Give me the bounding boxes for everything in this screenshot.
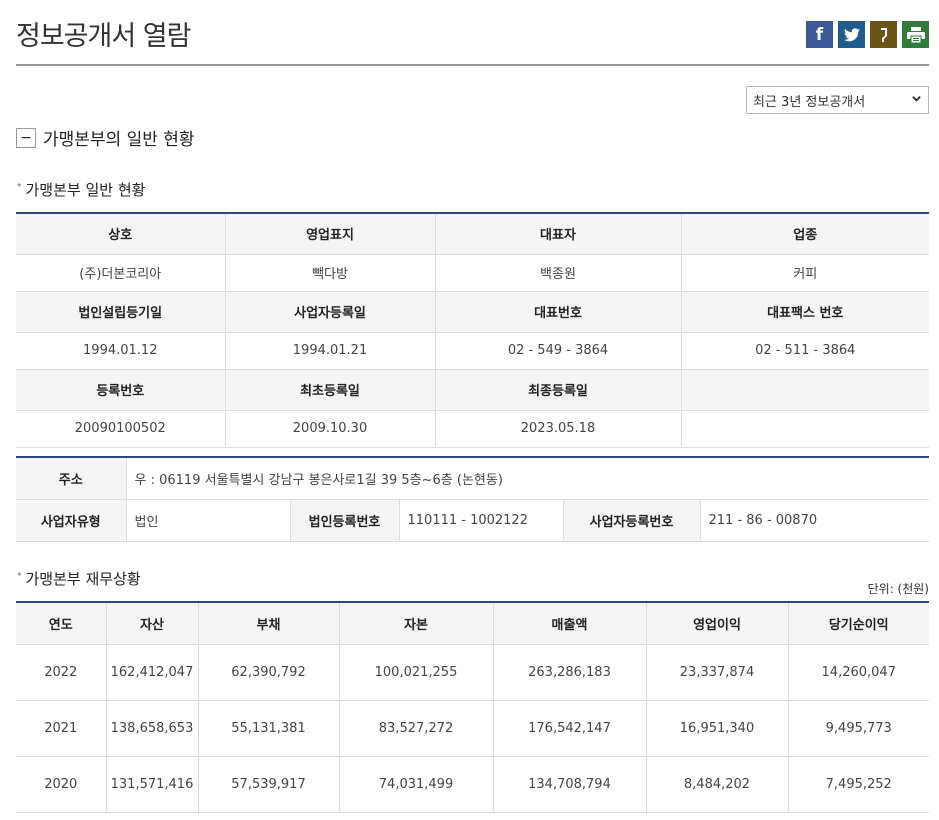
net-income: 14,260,047 bbox=[788, 644, 929, 701]
net-income: 7,495,252 bbox=[788, 756, 929, 813]
company-name: (주)더본코리아 bbox=[16, 254, 226, 292]
assets: 138,658,653 bbox=[106, 700, 199, 757]
revenue: 263,286,183 bbox=[493, 644, 647, 701]
table-row: 2020 131,571,416 57,539,917 74,031,499 1… bbox=[16, 756, 929, 813]
year: 2020 bbox=[16, 756, 107, 813]
phone-number: 02 - 549 - 3864 bbox=[435, 332, 682, 370]
business-type-value: 법인 bbox=[126, 499, 291, 542]
business-registration-date: 1994.01.21 bbox=[225, 332, 436, 370]
facebook-icon[interactable]: f bbox=[806, 21, 833, 48]
chevron-down-icon bbox=[911, 93, 922, 107]
page-title: 정보공개서 열람 bbox=[16, 21, 191, 52]
kakaostory-icon[interactable] bbox=[870, 21, 897, 48]
empty-cell bbox=[681, 410, 929, 448]
ceo-name: 백종원 bbox=[435, 254, 682, 292]
equity: 83,527,272 bbox=[339, 700, 494, 757]
fax-number: 02 - 511 - 3864 bbox=[681, 332, 929, 370]
registration-number: 20090100502 bbox=[16, 410, 226, 448]
page-header: 정보공개서 열람 f bbox=[16, 0, 929, 66]
header-operating-profit: 영업이익 bbox=[646, 602, 789, 645]
header-ceo: 대표자 bbox=[435, 213, 682, 255]
header-registration-number: 등록번호 bbox=[16, 369, 226, 411]
first-registration-date: 2009.10.30 bbox=[225, 410, 436, 448]
business-number-label: 사업자등록번호 bbox=[563, 499, 701, 542]
section-header: − 가맹본부의 일반 현황 bbox=[16, 125, 195, 150]
header-assets: 자산 bbox=[106, 602, 199, 645]
liabilities: 62,390,792 bbox=[198, 644, 340, 701]
header-last-registration-date: 최종등록일 bbox=[435, 369, 682, 411]
corp-registration-label: 법인등록번호 bbox=[290, 499, 400, 542]
bullet-icon: • bbox=[16, 179, 23, 192]
header-company-name: 상호 bbox=[16, 213, 226, 255]
operating-profit: 23,337,874 bbox=[646, 644, 789, 701]
table-row: 2021 138,658,653 55,131,381 83,527,272 1… bbox=[16, 700, 929, 757]
revenue: 134,708,794 bbox=[493, 756, 647, 813]
header-year: 연도 bbox=[16, 602, 107, 645]
header-industry: 업종 bbox=[681, 213, 929, 255]
header-net-income: 당기순이익 bbox=[788, 602, 929, 645]
header-revenue: 매출액 bbox=[493, 602, 647, 645]
business-number-value: 211 - 86 - 00870 bbox=[700, 499, 930, 542]
header-fax: 대표팩스 번호 bbox=[681, 291, 929, 333]
general-status-title: • 가맹본부 일반 현황 bbox=[16, 179, 145, 200]
assets: 131,571,416 bbox=[106, 756, 199, 813]
header-liabilities: 부채 bbox=[198, 602, 340, 645]
twitter-icon[interactable] bbox=[838, 21, 865, 48]
general-status-table: 상호 영업표지 대표자 업종 (주)더본코리아 빽다방 백종원 커피 법인설립등… bbox=[16, 212, 929, 448]
table-row: 2022 162,412,047 62,390,792 100,021,255 … bbox=[16, 644, 929, 701]
finance-title: • 가맹본부 재무상황 bbox=[16, 568, 141, 589]
general-status-title-text: 가맹본부 일반 현황 bbox=[25, 181, 146, 199]
share-buttons: f bbox=[806, 21, 929, 48]
year: 2021 bbox=[16, 700, 107, 757]
finance-title-text: 가맹본부 재무상황 bbox=[25, 570, 141, 588]
business-type-label: 사업자유형 bbox=[16, 499, 127, 542]
equity: 74,031,499 bbox=[339, 756, 494, 813]
revenue: 176,542,147 bbox=[493, 700, 647, 757]
address-value: 우 : 06119 서울특별시 강남구 봉은사로1길 39 5층~6층 (논현동… bbox=[126, 457, 930, 500]
header-business-registration-date: 사업자등록일 bbox=[225, 291, 436, 333]
collapse-toggle[interactable]: − bbox=[16, 127, 36, 148]
header-brand: 영업표지 bbox=[225, 213, 436, 255]
year-filter-value: 최근 3년 정보공개서 bbox=[753, 94, 866, 110]
address-label: 주소 bbox=[16, 457, 127, 500]
operating-profit: 8,484,202 bbox=[646, 756, 789, 813]
header-incorporation-date: 법인설립등기일 bbox=[16, 291, 226, 333]
address-table: 주소 우 : 06119 서울특별시 강남구 봉은사로1길 39 5층~6층 (… bbox=[16, 456, 930, 542]
net-income: 9,495,773 bbox=[788, 700, 929, 757]
year-filter-select[interactable]: 최근 3년 정보공개서 bbox=[746, 86, 929, 114]
brand-name: 빽다방 bbox=[225, 254, 436, 292]
finance-table: 연도 자산 부채 자본 매출액 영업이익 당기순이익 2022 162,412,… bbox=[16, 601, 929, 813]
incorporation-date: 1994.01.12 bbox=[16, 332, 226, 370]
header-equity: 자본 bbox=[339, 602, 494, 645]
industry: 커피 bbox=[681, 254, 929, 292]
unit-label: 단위: (천원) bbox=[867, 582, 929, 596]
header-phone: 대표번호 bbox=[435, 291, 682, 333]
header-empty bbox=[681, 369, 929, 411]
header-first-registration-date: 최초등록일 bbox=[225, 369, 436, 411]
print-icon[interactable] bbox=[902, 21, 929, 48]
liabilities: 57,539,917 bbox=[198, 756, 340, 813]
liabilities: 55,131,381 bbox=[198, 700, 340, 757]
section-title: 가맹본부의 일반 현황 bbox=[43, 130, 195, 150]
assets: 162,412,047 bbox=[106, 644, 199, 701]
corp-registration-value: 110111 - 1002122 bbox=[399, 499, 564, 542]
year: 2022 bbox=[16, 644, 107, 701]
operating-profit: 16,951,340 bbox=[646, 700, 789, 757]
equity: 100,021,255 bbox=[339, 644, 494, 701]
bullet-icon: • bbox=[16, 568, 23, 581]
last-registration-date: 2023.05.18 bbox=[435, 410, 682, 448]
